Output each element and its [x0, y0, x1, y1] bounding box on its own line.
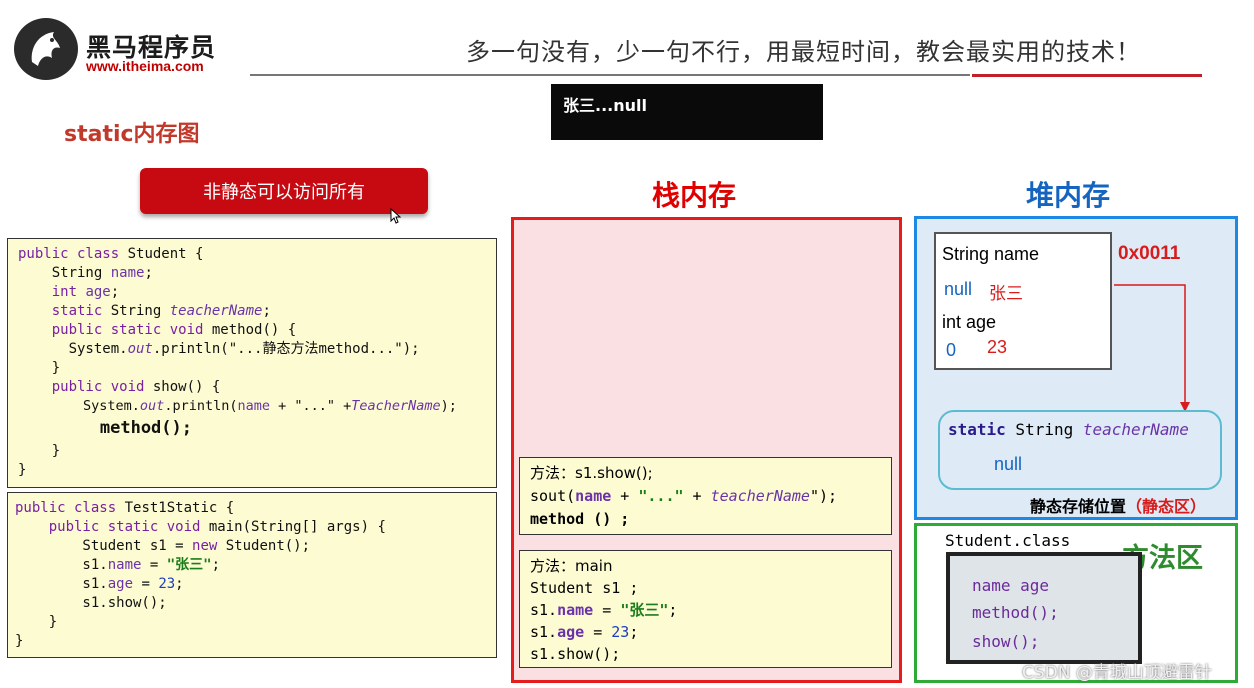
heap-title: 堆内存: [1026, 179, 1111, 212]
stack-frame-main: 方法：main Student s1 ; s1.name = "张三"; s1.…: [519, 550, 892, 668]
class-members: name age method(); show();: [946, 552, 1142, 664]
member-show: show();: [972, 632, 1040, 651]
class-file-label: Student.class: [945, 531, 1071, 550]
static-area-label: 静态存储位置（静态区）: [1030, 497, 1207, 516]
member-fields: name age: [972, 576, 1050, 595]
page-title: static内存图: [64, 122, 200, 147]
name-new-value: 张三: [989, 284, 1023, 304]
member-method: method();: [972, 603, 1059, 622]
header-divider: [250, 74, 970, 76]
field-age-label: int age: [942, 312, 997, 332]
highlight-button[interactable]: 非静态可以访问所有: [140, 168, 428, 214]
slogan: 多一句没有，少一句不行，用最短时间，教会最实用的技术！: [466, 38, 1141, 66]
static-value: null: [994, 454, 1023, 474]
stack-frame-show: 方法：s1.show(); sout(name + "..." + teache…: [519, 457, 892, 535]
name-old-value: null: [944, 279, 973, 299]
stack-title: 栈内存: [652, 179, 737, 212]
test-class-code: public class Test1Static { public static…: [7, 492, 497, 658]
age-new-value: 23: [987, 337, 1008, 357]
logo-icon: [14, 18, 78, 80]
static-field: static String teacherName: [948, 420, 1189, 439]
reference-arrow: [1114, 284, 1190, 412]
brand-url: www.itheima.com: [86, 58, 204, 74]
console-output: 张三...null: [551, 84, 823, 140]
student-class-code: public class Student { String name; int …: [7, 238, 497, 488]
field-name-label: String name: [942, 244, 1040, 264]
header-divider-accent: [972, 74, 1202, 77]
age-old-value: 0: [946, 340, 957, 360]
object-address: 0x0011: [1118, 243, 1181, 264]
mouse-cursor-icon: [390, 208, 402, 224]
watermark: CSDN @青城山顶避雷针: [1022, 663, 1212, 683]
